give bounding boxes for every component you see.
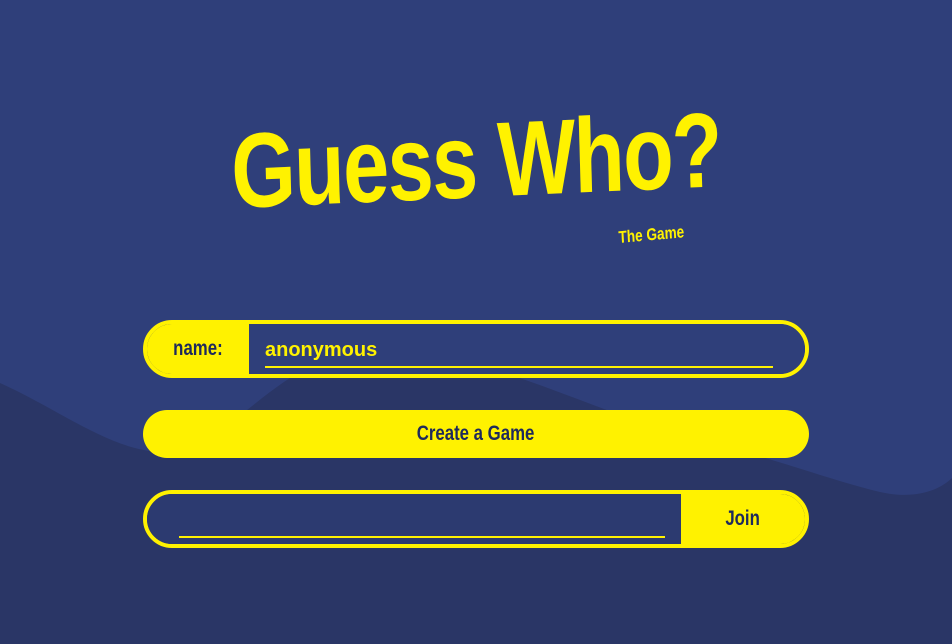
- create-game-label: Create a Game: [417, 422, 535, 445]
- name-label-text: name:: [173, 337, 223, 360]
- name-input[interactable]: [265, 334, 773, 368]
- home-screen: Guess Who? The Game name: Create a Game …: [0, 0, 952, 644]
- game-code-input[interactable]: [179, 504, 665, 538]
- create-game-button[interactable]: Create a Game: [143, 410, 809, 458]
- name-field-container: [249, 324, 805, 374]
- join-button[interactable]: Join: [681, 494, 805, 544]
- page-subtitle: The Game: [618, 222, 685, 247]
- name-label: name:: [147, 324, 249, 374]
- name-row: name:: [143, 320, 809, 378]
- join-row: Join: [143, 490, 809, 548]
- page-title: Guess Who?: [229, 91, 723, 231]
- game-code-field-container: [147, 494, 681, 544]
- join-label: Join: [725, 507, 761, 530]
